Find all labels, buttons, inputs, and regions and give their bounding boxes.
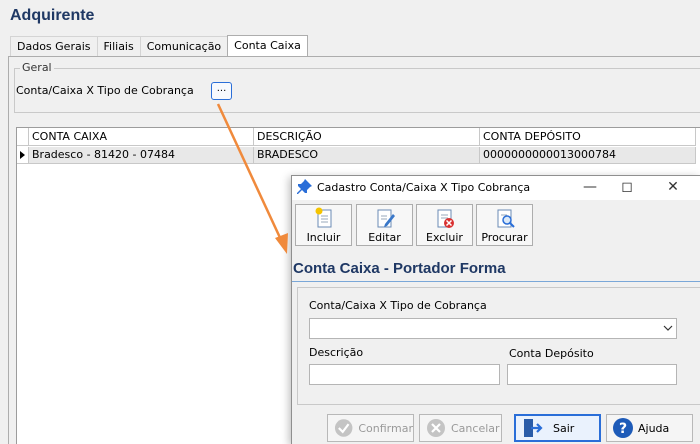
new-document-icon <box>315 207 331 228</box>
grid-indicator-header <box>17 128 29 146</box>
heading-divider <box>292 281 700 282</box>
procurar-button[interactable]: Procurar <box>476 204 533 246</box>
ajuda-button[interactable]: ? Ajuda <box>606 414 693 442</box>
dialog-heading: Conta Caixa - Portador Forma <box>293 260 506 277</box>
cancelar-label: Cancelar <box>451 421 500 435</box>
conta-caixa-tipo-cobranca-combo[interactable] <box>309 318 677 339</box>
procurar-label: Procurar <box>481 231 528 244</box>
incluir-button[interactable]: Incluir <box>295 204 352 246</box>
row-indicator-icon <box>17 147 29 164</box>
excluir-button[interactable]: Excluir <box>416 204 473 246</box>
confirmar-button[interactable]: Confirmar <box>327 414 414 442</box>
sair-button[interactable]: Sair <box>514 414 601 442</box>
delete-document-icon <box>437 209 454 228</box>
conta-deposito-field[interactable] <box>507 364 677 385</box>
cell-descricao[interactable]: BRADESCO <box>254 147 480 164</box>
tab-bar: Dados Gerais Filiais Comunicação Conta C… <box>10 35 308 57</box>
pin-icon <box>297 179 312 194</box>
descricao-label: Descrição <box>309 346 364 359</box>
check-icon <box>334 419 353 437</box>
help-icon: ? <box>613 418 633 438</box>
tab-comunicacao[interactable]: Comunicação <box>139 36 229 56</box>
table-row[interactable]: Bradesco - 81420 - 07484 BRADESCO 000000… <box>17 147 696 164</box>
grid-header: CONTA CAIXA DESCRIÇÃO CONTA DEPÓSITO <box>17 128 696 146</box>
incluir-label: Incluir <box>306 231 341 244</box>
cancelar-button[interactable]: Cancelar <box>419 414 502 442</box>
tab-filiais[interactable]: Filiais <box>96 36 141 56</box>
ajuda-label: Ajuda <box>638 421 670 435</box>
tab-dados-gerais[interactable]: Dados Gerais <box>10 36 98 56</box>
close-button[interactable]: ✕ <box>653 176 693 198</box>
cancel-icon <box>427 419 445 437</box>
minimize-button[interactable]: — <box>570 176 610 198</box>
tab-conta-caixa[interactable]: Conta Caixa <box>227 35 308 56</box>
conta-deposito-label: Conta Depósito <box>509 347 594 360</box>
svg-text:?: ? <box>619 421 627 437</box>
lookup-button[interactable]: ... <box>211 82 232 100</box>
chevron-down-icon[interactable] <box>662 321 674 335</box>
page-title: Adquirente <box>10 7 95 24</box>
confirmar-label: Confirmar <box>358 421 413 435</box>
editar-label: Editar <box>368 231 401 244</box>
group-legend: Geral <box>20 61 54 74</box>
excluir-label: Excluir <box>426 231 463 244</box>
conta-caixa-tipo-cobranca-label: Conta/Caixa X Tipo de Cobrança <box>16 84 194 97</box>
exit-door-icon <box>524 419 543 437</box>
search-document-icon <box>497 209 515 228</box>
editar-button[interactable]: Editar <box>356 204 413 246</box>
edit-document-icon <box>377 209 395 228</box>
descricao-field[interactable] <box>309 364 500 385</box>
cell-conta-caixa[interactable]: Bradesco - 81420 - 07484 <box>29 147 254 164</box>
column-header-descricao[interactable]: DESCRIÇÃO <box>254 128 480 146</box>
column-header-conta-caixa[interactable]: CONTA CAIXA <box>29 128 254 146</box>
sair-label: Sair <box>553 421 575 435</box>
maximize-button[interactable]: ◻ <box>607 176 647 198</box>
column-header-conta-deposito[interactable]: CONTA DEPÓSITO <box>480 128 696 146</box>
combo-label: Conta/Caixa X Tipo de Cobrança <box>309 299 487 312</box>
dialog-title: Cadastro Conta/Caixa X Tipo Cobrança <box>317 181 531 194</box>
cell-conta-deposito[interactable]: 0000000000013000784 <box>480 147 696 164</box>
